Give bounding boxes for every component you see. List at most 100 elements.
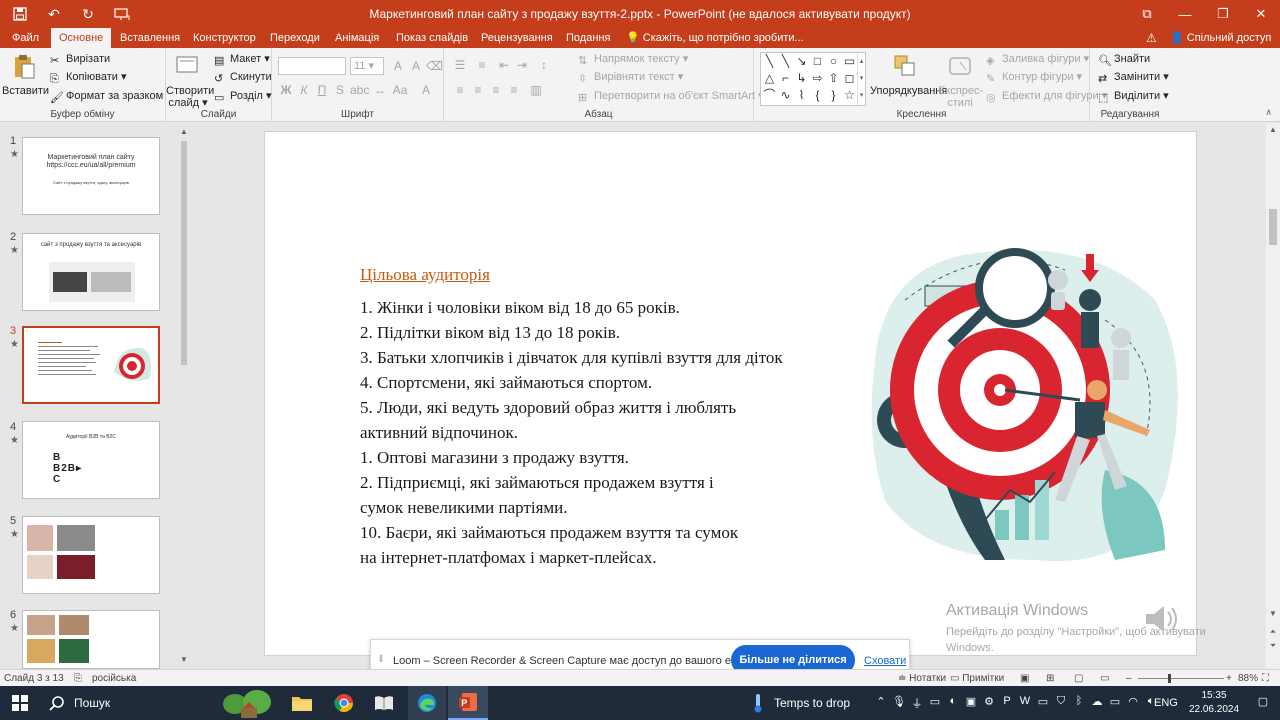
connector-shape-icon[interactable]: ⌐ [779,72,792,85]
reset-button[interactable]: ↺ Скинути [214,68,272,86]
camera-icon[interactable]: ▣ [964,695,978,711]
slide-thumbnail-2[interactable]: сайт з продажу взуття та аксесуарів [22,233,160,311]
tab-review[interactable]: Рецензування [473,28,561,48]
columns-icon[interactable]: ▥ [528,82,544,98]
oval-shape-icon[interactable]: ○ [827,55,840,68]
zoom-level[interactable]: 88% [1238,670,1258,687]
scroll-down-icon[interactable]: ▼ [180,655,188,664]
clear-formatting-icon[interactable]: ⌫ [426,58,443,74]
spellcheck-icon[interactable]: ⎘ [74,670,82,687]
undo-icon[interactable]: ↶ [40,2,68,26]
font-color-icon[interactable]: A [418,82,434,98]
replace-button[interactable]: ⇄ Замінити ▾ [1098,68,1169,86]
tell-me-input[interactable]: 💡 Скажіть, що потрібно зробити... [626,28,804,48]
freeform-shape-icon[interactable]: ⌇ [795,89,808,102]
share-button[interactable]: 👤 Спільний доступ [1170,28,1271,48]
chrome-icon[interactable] [330,686,358,720]
paste-button[interactable]: Вставити [2,52,49,97]
right-arrow-shape-icon[interactable]: ⇨ [811,72,824,85]
scroll-thumb[interactable] [181,141,187,365]
font-name-combo[interactable] [278,57,346,75]
tab-design[interactable]: Конструктор [185,28,264,48]
underline-icon[interactable]: П [314,82,330,98]
arrange-button[interactable]: Упорядкування [870,52,947,97]
align-text-button[interactable]: ⇳ Вирівняти текст ▾ [578,68,683,86]
taskbar-search-box[interactable]: Пошук [74,686,110,720]
search-icon[interactable] [46,686,68,720]
line-spacing-icon[interactable]: ↕ [536,57,552,73]
close-button[interactable]: ✕ [1242,0,1280,28]
curve-shape-icon[interactable]: ⌒ [763,89,776,102]
shape-fill-button[interactable]: ◈ Заливка фігури ▾ [986,50,1089,68]
shadow-icon[interactable]: S [332,82,348,98]
comments-button[interactable]: ▭ Примітки [950,670,1004,687]
clock[interactable]: 15:35 22.06.2024 [1186,689,1242,717]
usb-icon[interactable]: ⏚ [910,695,924,711]
slide-text-line[interactable]: 1. Оптові магазини з продажу взуття. [360,448,629,468]
powerpoint-taskbar-icon[interactable]: P [448,686,488,720]
current-slide[interactable]: Цільова аудиторія 1. Жінки і чоловіки ві… [264,131,1197,656]
next-slide-icon[interactable]: ⏷ [1268,641,1278,651]
tab-insert[interactable]: Вставлення [112,28,188,48]
text-direction-button[interactable]: ⇅ Напрямок тексту ▾ [578,50,688,68]
zoom-in-icon[interactable]: + [1226,670,1232,687]
edge-icon[interactable] [408,686,446,720]
minimize-button[interactable]: — [1166,0,1204,28]
notes-button[interactable]: ≐ Нотатки [898,670,946,687]
curve-shape-icon[interactable]: ∿ [779,89,792,102]
windows-start-icon[interactable] [0,686,40,720]
slide-text-line[interactable]: на інтернет-платфомах і маркет-плейсах. [360,548,657,568]
input-language[interactable]: ENG [1154,686,1178,720]
line-shape-icon[interactable]: ╲ [763,55,776,68]
slide-title[interactable]: Цільова аудиторія [360,265,490,285]
slide-text-line[interactable]: 2. Підлітки віком від 13 до 18 років. [360,323,620,343]
restore-button[interactable]: ❐ [1204,0,1242,28]
slide-text-line[interactable]: 2. Підприємці, які займаються продажем в… [360,473,714,493]
select-button[interactable]: ⬚ Виділити ▾ [1098,87,1169,105]
slide-thumbnail-6[interactable] [22,610,160,669]
book-reader-icon[interactable] [370,686,398,720]
strikethrough-icon[interactable]: abc [350,82,369,98]
cut-button[interactable]: ✂ Вирізати [50,50,110,68]
numbering-icon[interactable]: ≡ [474,57,490,73]
change-case-icon[interactable]: Aa [392,82,408,98]
reading-view-icon[interactable]: ▢ [1074,670,1083,687]
slide-thumbnail-3[interactable] [22,326,160,404]
cloud-icon[interactable]: ☁ [1090,695,1104,711]
bluetooth-icon[interactable]: ᛒ [1072,695,1086,711]
save-icon[interactable] [6,2,34,26]
increase-indent-icon[interactable]: ⇥ [514,57,530,73]
grow-font-icon[interactable]: A [390,58,406,74]
tab-file[interactable]: Файл [4,28,47,48]
previous-slide-icon[interactable]: ⏶ [1268,627,1278,637]
normal-view-icon[interactable]: ▣ [1020,670,1029,687]
landscape-widget-icon[interactable] [220,686,280,720]
collapse-ribbon-icon[interactable]: ∧ [1265,107,1272,118]
slide-text-line[interactable]: сумок невеликими партіями. [360,498,568,518]
shapes-gallery[interactable]: ╲ ╲ ↘ □ ○ ▭ △ ⌐ ↳ ⇨ ⇧ ◻ ⌒ ∿ ⌇ { } ☆ ▴ ▾ ▾ [760,52,866,106]
slide-text-line[interactable]: 10. Баєри, які займаються продажем взутт… [360,523,738,543]
rounded-rect-icon[interactable]: ▭ [843,55,856,68]
powerpoint-tray-icon[interactable]: P [1000,695,1014,711]
shape-outline-button[interactable]: ✎ Контур фігури ▾ [986,68,1082,86]
settings-tray-icon[interactable]: ⚙ [982,695,996,711]
display-icon[interactable]: ▭ [928,695,942,711]
slide-thumbnail-1[interactable]: Маркетинговий план сайту https://ccc.eu/… [22,137,160,215]
slide-sorter-icon[interactable]: ⊞ [1046,670,1054,687]
callout-shape-icon[interactable]: ◻ [843,72,856,85]
quick-styles-button[interactable]: Експрес- стилі [938,52,983,109]
warning-icon[interactable]: ⚠ [1146,31,1160,45]
zoom-out-icon[interactable]: – [1126,670,1132,687]
align-right-icon[interactable]: ≡ [488,82,504,98]
tab-animations[interactable]: Анімація [327,28,387,48]
thumbnails-scrollbar[interactable]: ▲ ▼ [178,125,190,667]
scroll-thumb[interactable] [1269,209,1277,245]
find-button[interactable]: 🔍︎ Знайти [1098,50,1150,68]
tab-view[interactable]: Подання [558,28,618,48]
file-explorer-icon[interactable] [288,686,316,720]
slideshow-view-icon[interactable]: ▭ [1100,670,1109,687]
battery-icon[interactable]: ▭ [1108,695,1122,711]
slide-thumbnail-5[interactable] [22,516,160,594]
arrow-line-icon[interactable]: ↘ [795,55,808,68]
microphone-icon[interactable]: 🎙︎ [892,695,906,711]
